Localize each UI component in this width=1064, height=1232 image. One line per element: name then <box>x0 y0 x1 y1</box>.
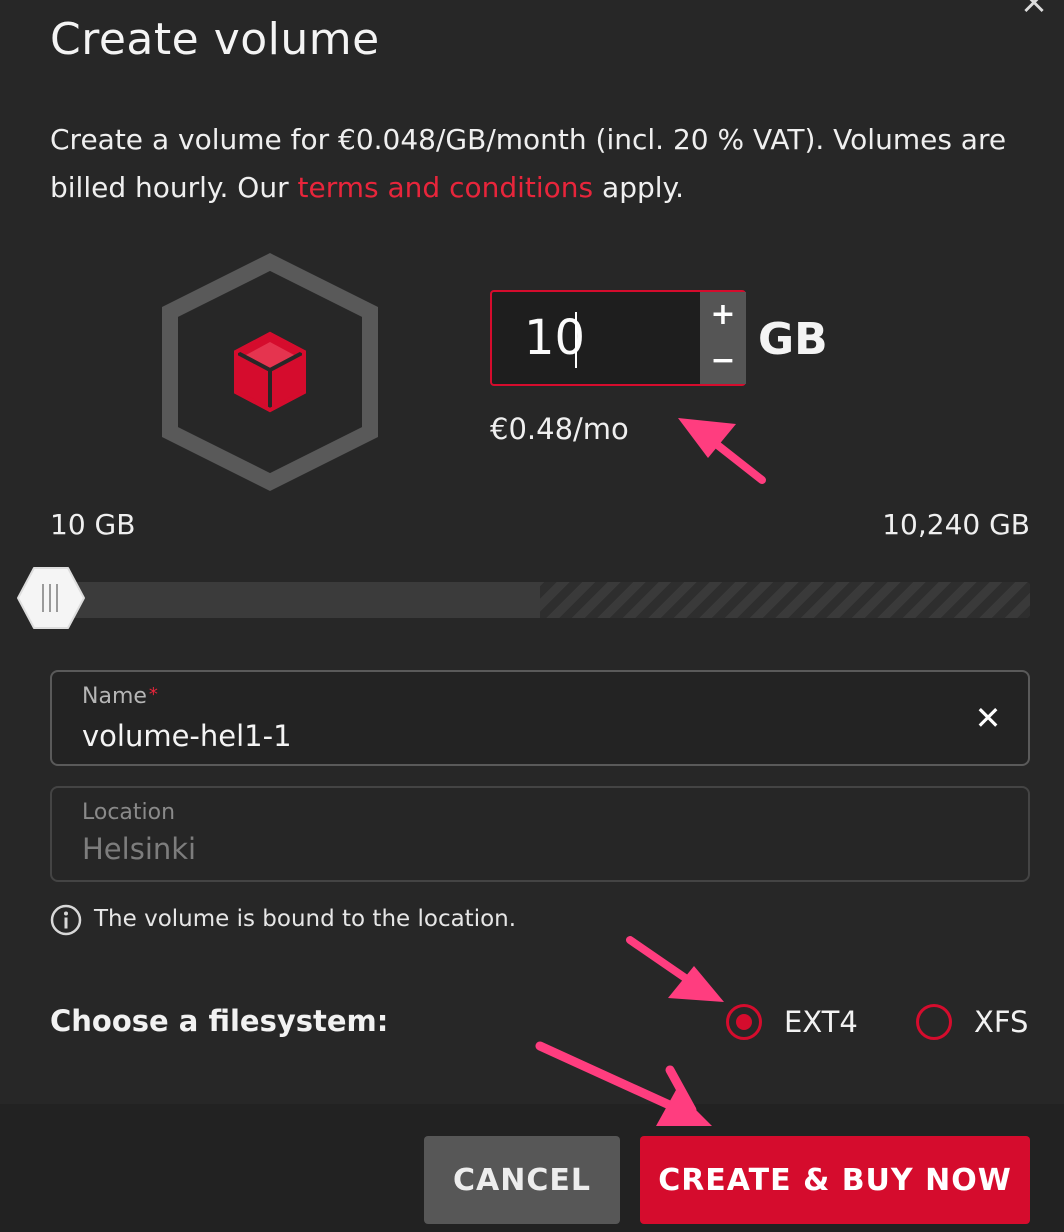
name-label-text: Name <box>82 684 147 709</box>
radio-unselected-icon <box>916 1004 952 1040</box>
size-slider-track[interactable] <box>50 582 1030 618</box>
slider-min-label: 10 GB <box>50 508 136 541</box>
slider-max-label: 10,240 GB <box>882 508 1030 541</box>
increase-size-button[interactable]: + <box>700 292 746 338</box>
ext4-label: EXT4 <box>784 1005 858 1039</box>
name-input[interactable] <box>82 716 942 756</box>
filesystem-option-xfs[interactable]: XFS <box>916 1004 1028 1040</box>
slider-unavailable-range <box>540 582 1030 618</box>
filesystem-label: Choose a filesystem: <box>50 1004 389 1038</box>
name-field: Name* ✕ <box>50 670 1030 766</box>
size-slider-handle[interactable] <box>16 566 86 630</box>
size-input[interactable] <box>492 292 700 384</box>
size-input-box: + − <box>490 290 746 386</box>
volume-hexagon-icon <box>160 252 380 492</box>
location-info-text: The volume is bound to the location. <box>94 906 517 932</box>
cancel-button[interactable]: CANCEL <box>424 1136 620 1224</box>
location-value: Helsinki <box>82 832 197 866</box>
size-stepper: + − <box>700 292 746 384</box>
pricing-description: Create a volume for €0.048/GB/month (inc… <box>50 116 1040 212</box>
create-volume-dialog: × Create volume Create a volume for €0.0… <box>0 0 1064 1232</box>
name-label: Name * <box>82 684 158 709</box>
filesystem-option-ext4[interactable]: EXT4 <box>726 1004 858 1040</box>
location-label: Location <box>82 800 176 825</box>
arrow-to-price-icon <box>678 418 766 484</box>
create-and-buy-button[interactable]: CREATE & BUY NOW <box>640 1136 1030 1224</box>
radio-selected-icon <box>726 1004 762 1040</box>
xfs-label: XFS <box>974 1005 1029 1039</box>
text-caret <box>575 312 577 368</box>
info-icon <box>50 904 82 936</box>
clear-icon[interactable]: ✕ <box>968 698 1008 738</box>
location-field: Location Helsinki <box>50 786 1030 882</box>
terms-link[interactable]: terms and conditions <box>298 171 594 204</box>
required-mark: * <box>148 684 158 705</box>
close-icon[interactable]: × <box>1014 0 1054 22</box>
description-suffix: apply. <box>593 171 685 204</box>
cube-icon <box>234 331 306 413</box>
size-unit: GB <box>758 314 828 365</box>
monthly-price: €0.48/mo <box>490 412 629 446</box>
dialog-title: Create volume <box>50 14 380 65</box>
decrease-size-button[interactable]: − <box>700 338 746 384</box>
arrow-to-ext4-icon <box>626 936 724 1002</box>
